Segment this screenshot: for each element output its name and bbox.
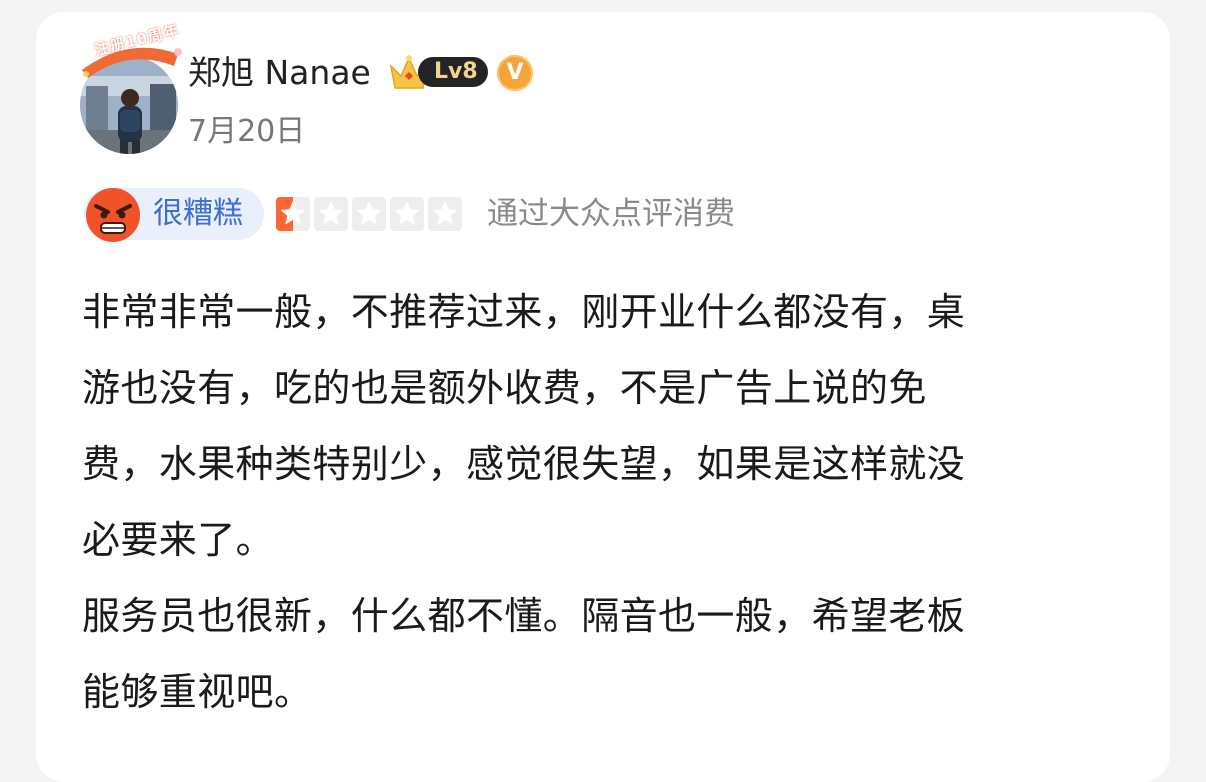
level-label: Lv8 [434, 59, 478, 84]
star-icon [314, 197, 348, 231]
star-icon [352, 197, 386, 231]
vip-badge-icon: V [497, 55, 533, 91]
star-icon [276, 197, 310, 231]
review-paragraph: 服务员也很新，什么都不懂。隔音也一般，希望老板 能够重视吧。 [82, 594, 966, 714]
user-name[interactable]: 郑旭 Nanae [188, 51, 371, 95]
review-paragraph: 非常非常一般，不推荐过来，刚开业什么都没有，桌 游也没有，吃的也是额外收费，不是… [82, 290, 966, 562]
star-icon [428, 197, 462, 231]
consume-via-note: 通过大众点评消费 [487, 196, 735, 232]
mood-label: 很糟糕 [153, 196, 243, 231]
star-rating [276, 197, 462, 233]
star-icon [390, 197, 424, 231]
review-date: 7月20日 [188, 114, 306, 149]
angry-face-icon [86, 188, 140, 242]
review-text: 非常非常一般，不推荐过来，刚开业什么都没有，桌 游也没有，吃的也是额外收费，不是… [82, 274, 1122, 730]
